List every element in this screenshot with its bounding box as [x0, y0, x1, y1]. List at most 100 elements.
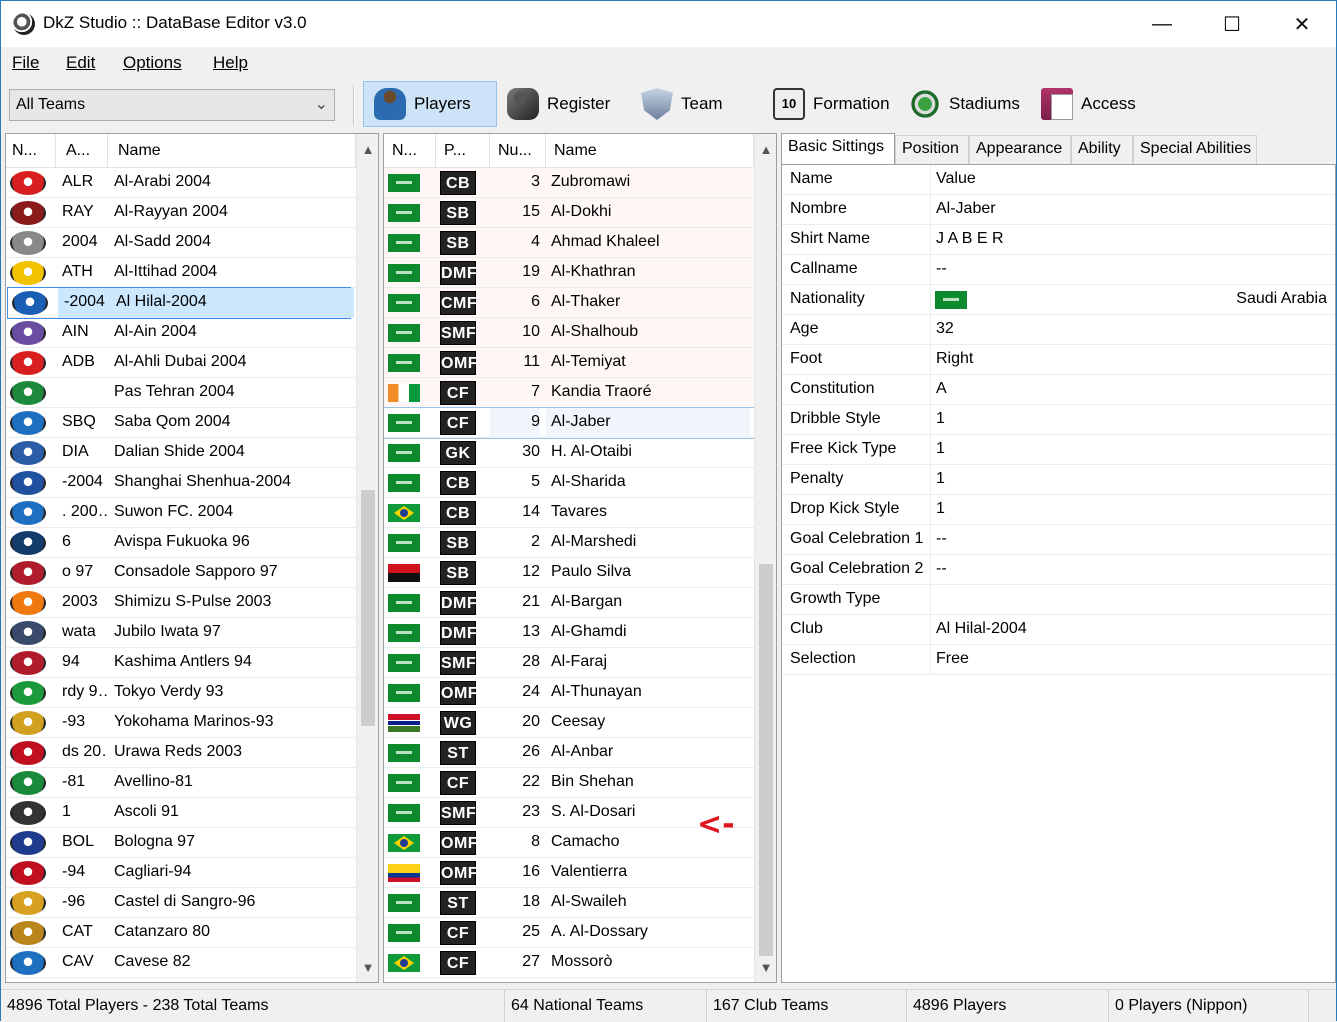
property-value[interactable]: -- — [936, 560, 947, 578]
scroll-down-icon[interactable]: ▼ — [357, 954, 378, 982]
team-row[interactable]: AIN Al-Ain 2004 — [6, 318, 378, 348]
close-button[interactable]: ✕ — [1267, 1, 1337, 47]
team-row[interactable]: 2003 Shimizu S-Pulse 2003 — [6, 588, 378, 618]
player-row[interactable]: DMF 19 Al-Khathran — [384, 258, 754, 288]
column-header-position[interactable]: P... — [436, 134, 490, 168]
team-row[interactable]: -2004 Al Hilal-2004 — [7, 287, 354, 319]
property-value[interactable]: -- — [936, 260, 947, 278]
property-row[interactable]: Drop Kick Style 1 — [782, 495, 1335, 525]
column-header-nation[interactable]: N... — [384, 134, 436, 168]
player-row[interactable]: WG 20 Ceesay — [384, 708, 754, 738]
player-row[interactable]: GK 30 H. Al-Otaibi — [384, 438, 754, 468]
menu-help[interactable]: Help — [213, 53, 248, 73]
team-row[interactable]: . 200… Suwon FC. 2004 — [6, 498, 378, 528]
player-row[interactable]: CB 3 Zubromawi — [384, 168, 754, 198]
property-value[interactable]: Right — [936, 350, 973, 368]
team-row[interactable]: -93 Yokohama Marinos-93 — [6, 708, 378, 738]
team-row[interactable]: wata Jubilo Iwata 97 — [6, 618, 378, 648]
formation-button[interactable]: 10 Formation — [763, 81, 903, 127]
team-filter-select[interactable]: All Teams ⌄ — [9, 89, 335, 121]
tab-position[interactable]: Position — [895, 135, 969, 165]
property-row[interactable]: Selection Free — [782, 645, 1335, 675]
player-row[interactable]: SB 12 Paulo Silva — [384, 558, 754, 588]
team-row[interactable]: 6 Avispa Fukuoka 96 — [6, 528, 378, 558]
register-button[interactable]: Register — [497, 81, 627, 127]
players-button[interactable]: Players — [363, 81, 497, 127]
team-row[interactable]: ADB Al-Ahli Dubai 2004 — [6, 348, 378, 378]
team-row[interactable]: -2004 Shanghai Shenhua-2004 — [6, 468, 378, 498]
player-row[interactable]: CF 25 A. Al-Dossary — [384, 918, 754, 948]
team-row[interactable]: -81 Avellino-81 — [6, 768, 378, 798]
team-row[interactable]: 2004 Al-Sadd 2004 — [6, 228, 378, 258]
player-row[interactable]: OMF 16 Valentierra — [384, 858, 754, 888]
column-header-logo[interactable]: N... — [6, 134, 56, 168]
property-row[interactable]: Name Value — [782, 165, 1335, 195]
team-row[interactable]: ds 20… Urawa Reds 2003 — [6, 738, 378, 768]
tab-basic-sittings[interactable]: Basic Sittings — [781, 133, 895, 165]
property-row[interactable]: Foot Right — [782, 345, 1335, 375]
property-value[interactable]: A — [936, 380, 947, 398]
property-row[interactable]: Growth Type — [782, 585, 1335, 615]
team-row[interactable]: Pas Tehran 2004 — [6, 378, 378, 408]
property-row[interactable]: Free Kick Type 1 — [782, 435, 1335, 465]
scroll-thumb[interactable] — [361, 490, 375, 726]
team-row[interactable]: rdy 9… Tokyo Verdy 93 — [6, 678, 378, 708]
scroll-up-icon[interactable]: ▲ — [755, 136, 776, 164]
player-row[interactable]: SB 4 Ahmad Khaleel — [384, 228, 754, 258]
player-row[interactable]: ST 18 Al-Swaileh — [384, 888, 754, 918]
team-row[interactable]: ALR Al-Arabi 2004 — [6, 168, 378, 198]
menu-options[interactable]: Options — [123, 53, 182, 73]
stadiums-button[interactable]: Stadiums — [899, 81, 1031, 127]
minimize-button[interactable]: — — [1127, 1, 1197, 47]
player-row[interactable]: CB 5 Al-Sharida — [384, 468, 754, 498]
maximize-button[interactable]: ☐ — [1197, 1, 1267, 47]
team-row[interactable]: CAT Catanzaro 80 — [6, 918, 378, 948]
player-row[interactable]: SB 2 Al-Marshedi — [384, 528, 754, 558]
player-row[interactable]: CF 27 Mossorò — [384, 948, 754, 978]
player-row[interactable]: ST 26 Al-Anbar — [384, 738, 754, 768]
tab-special-abilities[interactable]: Special Abilities — [1133, 135, 1257, 165]
team-row[interactable]: 1 Ascoli 91 — [6, 798, 378, 828]
player-row[interactable]: DMF 21 Al-Bargan — [384, 588, 754, 618]
property-row[interactable]: Dribble Style 1 — [782, 405, 1335, 435]
property-value[interactable]: Free — [936, 650, 969, 668]
team-row[interactable]: ATH Al-Ittihad 2004 — [6, 258, 378, 288]
property-row[interactable]: Goal Celebration 1 -- — [782, 525, 1335, 555]
property-value[interactable]: Al Hilal-2004 — [936, 620, 1027, 638]
team-row[interactable]: SBQ Saba Qom 2004 — [6, 408, 378, 438]
player-row[interactable]: OMF 24 Al-Thunayan — [384, 678, 754, 708]
player-row[interactable]: SMF 28 Al-Faraj — [384, 648, 754, 678]
menu-edit[interactable]: Edit — [66, 53, 95, 73]
menu-file[interactable]: File — [12, 53, 39, 73]
team-button[interactable]: Team — [631, 81, 751, 127]
property-row[interactable]: Nombre Al-Jaber — [782, 195, 1335, 225]
team-row[interactable]: 94 Kashima Antlers 94 — [6, 648, 378, 678]
property-value[interactable]: 32 — [936, 320, 954, 338]
player-row[interactable]: DMF 13 Al-Ghamdi — [384, 618, 754, 648]
team-row[interactable]: -94 Cagliari-94 — [6, 858, 378, 888]
scroll-down-icon[interactable]: ▼ — [755, 954, 776, 982]
team-row[interactable]: RAY Al-Rayyan 2004 — [6, 198, 378, 228]
scroll-thumb[interactable] — [759, 564, 773, 956]
column-header-name[interactable]: Name — [108, 134, 356, 168]
team-row[interactable]: CAV Cavese 82 — [6, 948, 378, 978]
tab-ability[interactable]: Ability — [1071, 135, 1133, 165]
property-row[interactable]: Age 32 — [782, 315, 1335, 345]
team-row[interactable]: BOL Bologna 97 — [6, 828, 378, 858]
team-row[interactable]: o 97 Consadole Sapporo 97 — [6, 558, 378, 588]
property-value[interactable]: 1 — [936, 470, 945, 488]
player-row[interactable]: CMF 6 Al-Thaker — [384, 288, 754, 318]
property-row[interactable]: Constitution A — [782, 375, 1335, 405]
player-row[interactable]: SMF 10 Al-Shalhoub — [384, 318, 754, 348]
player-row[interactable]: CB 14 Tavares — [384, 498, 754, 528]
player-row[interactable]: CF 7 Kandia Traoré — [384, 378, 754, 408]
property-value[interactable]: 1 — [936, 440, 945, 458]
players-scrollbar[interactable]: ▲ ▼ — [754, 134, 776, 982]
property-value[interactable]: Value — [936, 170, 976, 188]
column-header-name[interactable]: Name — [546, 134, 754, 168]
property-value[interactable]: J A B E R — [936, 230, 1004, 248]
column-header-number[interactable]: Nu... — [490, 134, 546, 168]
property-value[interactable]: Al-Jaber — [936, 200, 996, 218]
tab-appearance[interactable]: Appearance — [969, 135, 1071, 165]
player-row[interactable]: CF 9 Al-Jaber — [384, 407, 755, 439]
